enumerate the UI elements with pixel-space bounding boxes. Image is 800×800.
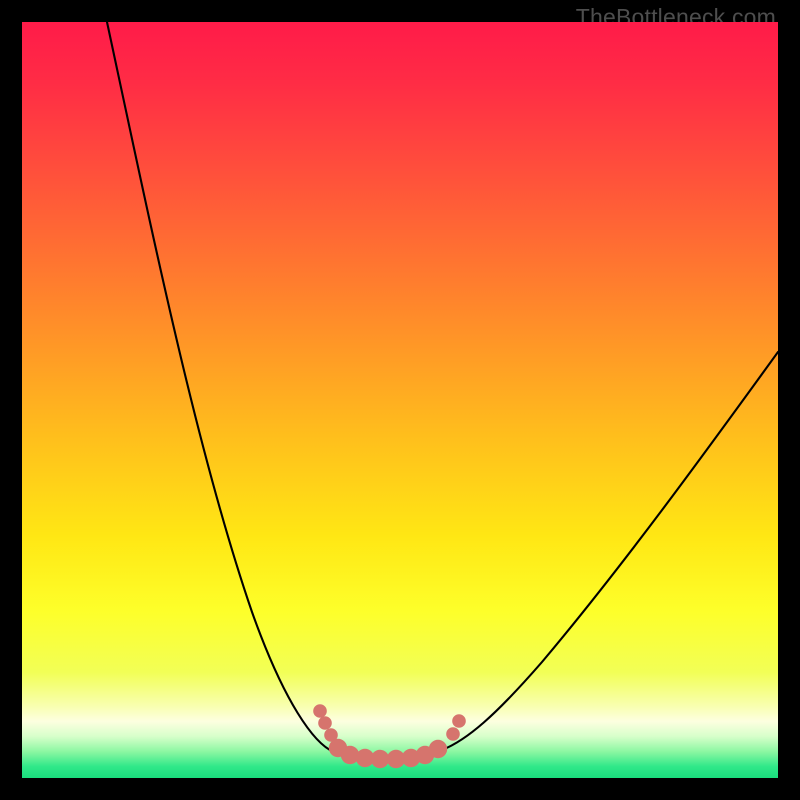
gradient-background: [22, 22, 778, 778]
highlight-dot: [371, 750, 389, 768]
highlight-dot: [318, 716, 332, 730]
highlight-dot: [446, 727, 460, 741]
plot-area: [22, 22, 778, 778]
highlight-dot: [452, 714, 466, 728]
chart-svg: [22, 22, 778, 778]
highlight-dot: [313, 704, 327, 718]
highlight-dot: [429, 740, 447, 758]
outer-frame: TheBottleneck.com: [0, 0, 800, 800]
